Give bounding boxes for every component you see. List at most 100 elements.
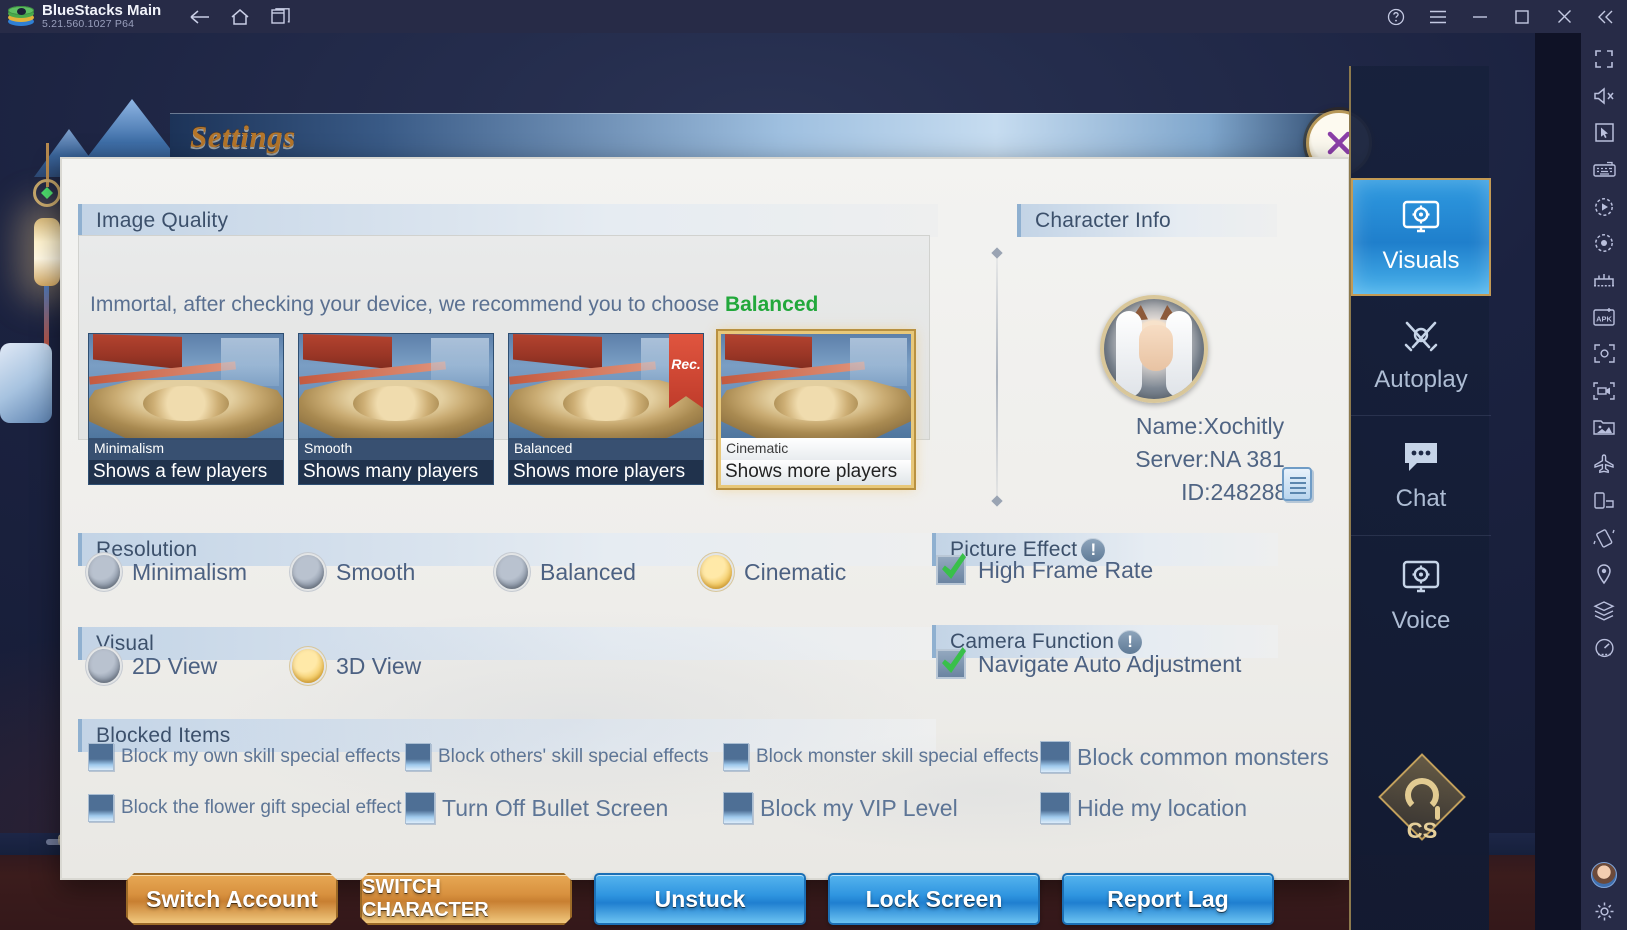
location-icon[interactable] [1581, 556, 1627, 593]
performance-icon[interactable] [1581, 630, 1627, 667]
menu-button[interactable] [1417, 0, 1459, 33]
quality-thumb-smooth[interactable]: Smooth Shows many players [298, 333, 494, 485]
checkbox-icon [88, 743, 114, 771]
quality-thumb-cinematic[interactable]: Cinematic Shows more players [718, 331, 914, 488]
minimize-button[interactable] [1459, 0, 1501, 33]
radio-resolution-smooth[interactable]: Smooth [292, 555, 415, 589]
headset-icon [1405, 778, 1439, 812]
character-id: ID:2482889 [1181, 479, 1300, 505]
game-viewport: Settings Image Quality Character Info Re… [0, 33, 1535, 930]
checkmark-icon [936, 649, 966, 679]
checkbox-label: Hide my location [1077, 794, 1248, 821]
home-button[interactable] [223, 4, 257, 30]
media-manager-icon[interactable] [1581, 409, 1627, 446]
checkbox-block-common-monsters[interactable]: Block common monsters [1040, 741, 1329, 773]
character-server: Server:NA 381 [1135, 446, 1285, 472]
checkbox-icon [405, 792, 435, 824]
app-version: 5.21.560.1027 P64 [42, 18, 135, 30]
snow-decoration [0, 343, 52, 423]
report-lag-button[interactable]: Report Lag [1062, 873, 1274, 925]
rail-item-chat[interactable]: Chat [1351, 418, 1491, 536]
radio-resolution-cinematic[interactable]: Cinematic [700, 555, 846, 589]
rail-item-label: Chat [1395, 485, 1447, 512]
thumb-preview-image [89, 334, 283, 438]
screen-record-icon[interactable] [1581, 372, 1627, 409]
install-apk-icon[interactable]: APK [1581, 299, 1627, 336]
radio-icon [292, 649, 324, 683]
checkbox-block-vip-level[interactable]: Block my VIP Level [723, 792, 958, 824]
checkbox-turn-off-bullet-screen[interactable]: Turn Off Bullet Screen [405, 792, 668, 824]
quality-thumb-minimalism[interactable]: Minimalism Shows a few players [88, 333, 284, 485]
reco-prefix: Immortal, after checking your device, we… [90, 293, 725, 316]
switch-account-button[interactable]: Switch Account [126, 873, 338, 925]
button-label: SWITCH CHARACTER [362, 876, 489, 921]
radio-resolution-minimalism[interactable]: Minimalism [88, 555, 247, 589]
collapse-sidebar-button[interactable] [1585, 0, 1627, 33]
settings-gear-icon[interactable] [1581, 893, 1627, 930]
button-label: Lock Screen [865, 885, 1003, 912]
checkbox-block-own-skill-fx[interactable]: Block my own skill special effects [88, 743, 400, 771]
help-button[interactable] [1375, 0, 1417, 33]
switch-character-button[interactable]: SWITCH CHARACTER [360, 873, 572, 925]
multi-instance-button[interactable] [263, 4, 297, 30]
checkbox-label: Block monster skill special effects [756, 746, 1039, 767]
rail-item-voice[interactable]: Voice [1351, 538, 1491, 656]
bluestacks-titlebar: BlueStacks Main 5.21.560.1027 P64 [0, 0, 1627, 33]
thumb-sublabel: Shows more players [721, 460, 911, 485]
customer-service-button[interactable]: CS [1378, 753, 1466, 843]
checkbox-navigate-auto-adjustment[interactable]: Navigate Auto Adjustment [936, 649, 1241, 679]
checkbox-block-others-skill-fx[interactable]: Block others' skill special effects [405, 743, 708, 771]
rail-item-autoplay[interactable]: Autoplay [1351, 298, 1491, 416]
copy-id-button[interactable] [1282, 467, 1312, 501]
account-avatar[interactable] [1581, 857, 1627, 894]
cs-label: CS [1406, 818, 1438, 843]
checkbox-label: High Frame Rate [978, 556, 1154, 583]
fullscreen-icon[interactable] [1581, 41, 1627, 78]
quality-thumb-balanced[interactable]: Rec. Balanced Shows more players [508, 333, 704, 485]
radio-label: Balanced [540, 558, 636, 585]
checkbox-high-frame-rate[interactable]: High Frame Rate [936, 555, 1153, 585]
game-controls-icon[interactable] [1581, 262, 1627, 299]
keyboard-icon[interactable] [1581, 151, 1627, 188]
radio-visual-2d[interactable]: 2D View [88, 649, 217, 683]
checkbox-label: Block others' skill special effects [438, 746, 709, 767]
checkbox-block-flower-gift-fx[interactable]: Block the flower gift special effect [88, 794, 402, 822]
checkbox-label: Block my own skill special effects [121, 746, 401, 767]
rail-item-visuals[interactable]: Visuals [1351, 178, 1491, 296]
checkbox-icon [1040, 792, 1070, 824]
thumb-label: Smooth [299, 438, 493, 460]
screenshot-icon[interactable] [1581, 335, 1627, 372]
mute-icon[interactable] [1581, 78, 1627, 115]
unstuck-button[interactable]: Unstuck [594, 873, 806, 925]
rail-item-label: Voice [1391, 606, 1451, 634]
thumb-label: Balanced [509, 438, 703, 460]
lock-screen-button[interactable]: Lock Screen [828, 873, 1040, 925]
close-window-button[interactable] [1543, 0, 1585, 33]
airplane-mode-icon[interactable] [1581, 446, 1627, 483]
page-title: Settings [190, 119, 296, 154]
maximize-button[interactable] [1501, 0, 1543, 33]
rail-item-label: Autoplay [1374, 366, 1468, 393]
thumb-label: Minimalism [89, 438, 283, 460]
checkbox-label: Turn Off Bullet Screen [442, 794, 669, 821]
cursor-icon[interactable] [1581, 115, 1627, 152]
radio-label: Minimalism [132, 558, 247, 585]
back-button[interactable] [183, 4, 217, 30]
checkbox-block-monster-skill-fx[interactable]: Block monster skill special effects [723, 743, 1039, 771]
section-image-quality: Image Quality [78, 204, 938, 237]
radio-resolution-balanced[interactable]: Balanced [496, 555, 636, 589]
button-label: Unstuck [654, 885, 746, 912]
multi-instance-sync-icon[interactable] [1581, 593, 1627, 630]
radio-label: Cinematic [744, 558, 847, 585]
macro-play-icon[interactable] [1581, 188, 1627, 225]
thumb-sublabel: Shows more players [509, 460, 703, 484]
radio-icon [88, 555, 120, 589]
app-identity: BlueStacks Main 5.21.560.1027 P64 [42, 3, 161, 30]
checkbox-hide-my-location[interactable]: Hide my location [1040, 792, 1247, 824]
radio-visual-3d[interactable]: 3D View [292, 649, 421, 683]
rotate-device-icon[interactable] [1581, 483, 1627, 520]
thumb-sublabel: Shows many players [299, 460, 493, 484]
shake-icon[interactable] [1581, 519, 1627, 556]
macro-record-icon[interactable] [1581, 225, 1627, 262]
section-title: Image Quality [96, 208, 229, 232]
